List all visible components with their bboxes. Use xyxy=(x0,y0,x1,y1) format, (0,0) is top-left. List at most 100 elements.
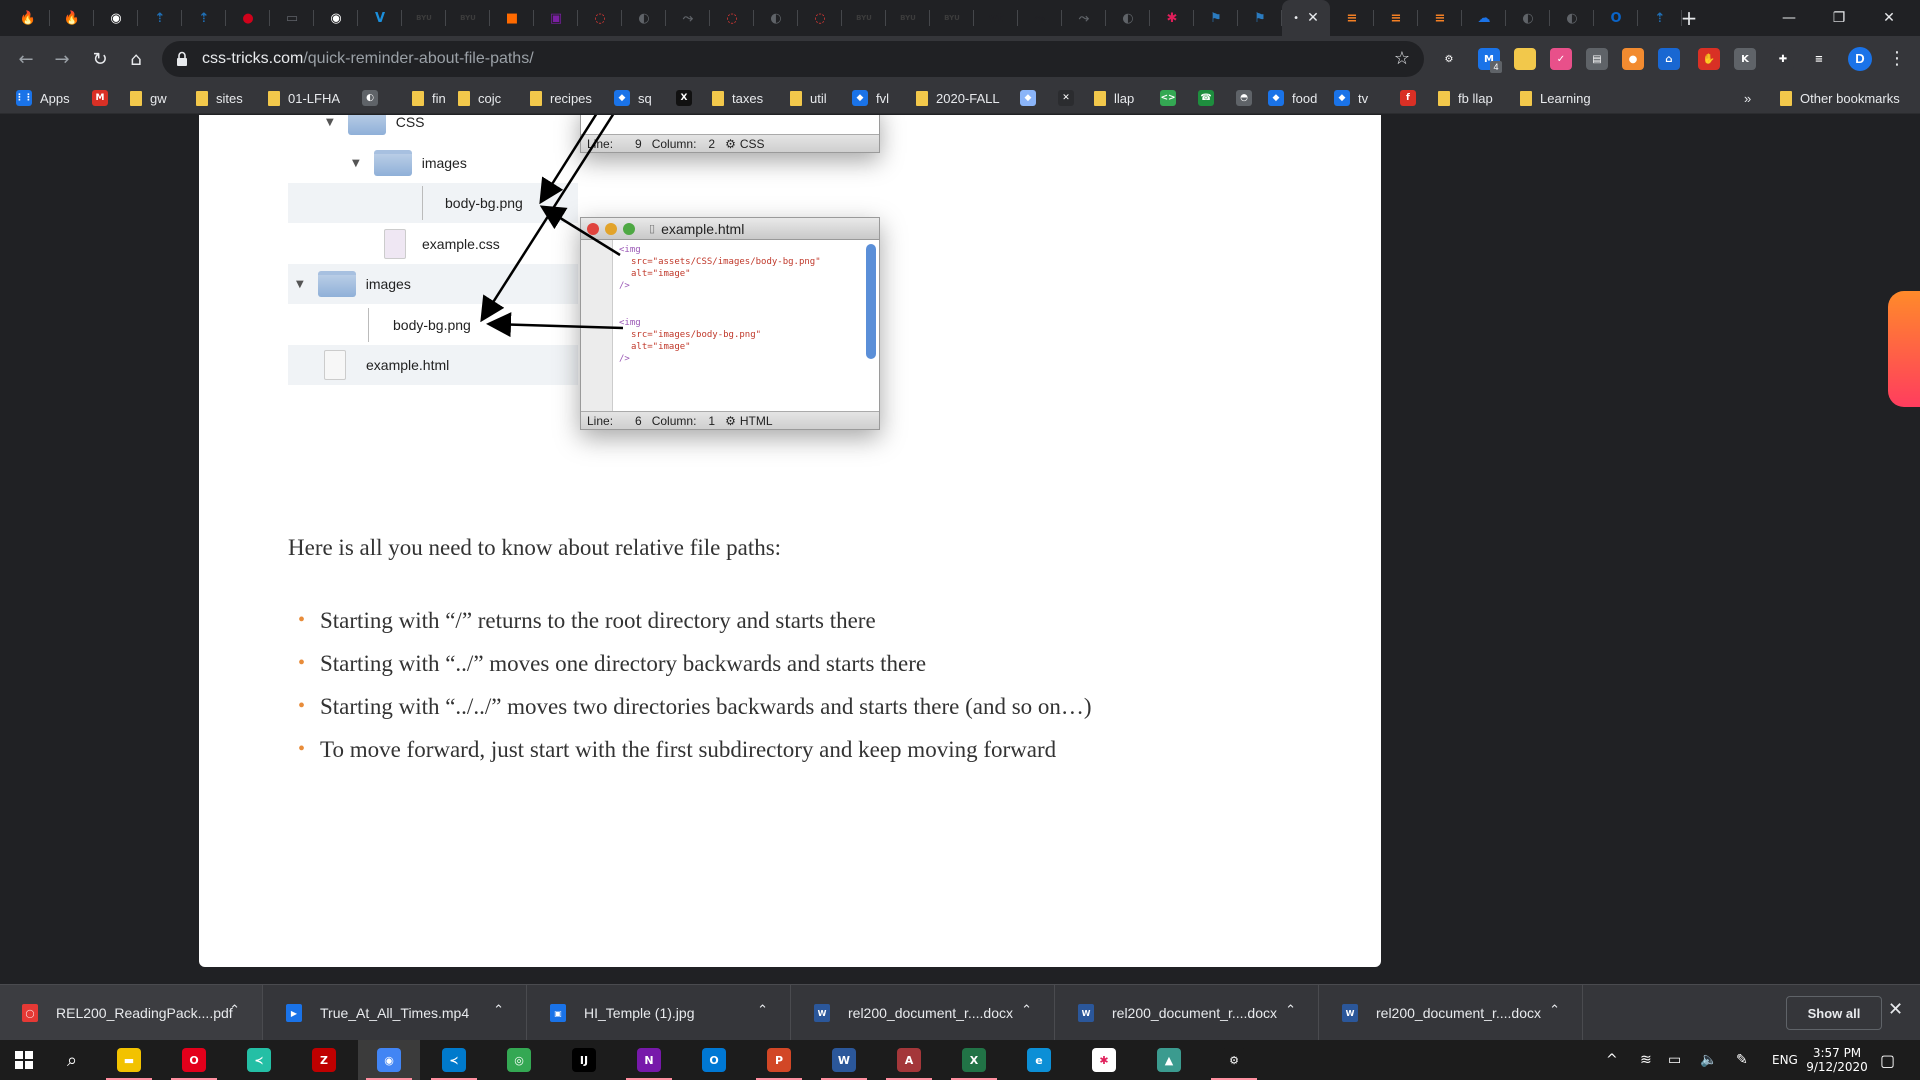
download-item[interactable]: Wrel200_document_r....docx ⌃ xyxy=(792,985,1055,1041)
browser-tab[interactable]: ⤳ xyxy=(666,0,710,36)
taskbar-app[interactable]: A xyxy=(878,1040,940,1080)
reload-button[interactable]: ↻ xyxy=(84,43,116,75)
taskbar-app[interactable]: ▲ xyxy=(1138,1040,1200,1080)
taskbar-app[interactable]: Z xyxy=(293,1040,355,1080)
download-item[interactable]: ◯ REL200_ReadingPack....pdf ⌃ xyxy=(0,985,263,1041)
browser-tab[interactable]: ⤳ xyxy=(1018,0,1062,36)
bookmark-llap[interactable]: llap xyxy=(1094,88,1134,108)
gear-icon[interactable]: ⚙ xyxy=(1438,48,1460,70)
close-window-button[interactable]: ✕ xyxy=(1866,0,1912,36)
browser-tab[interactable]: ◌ xyxy=(710,0,754,36)
bookmark-gmail-icon[interactable]: M xyxy=(92,88,108,108)
browser-tab[interactable]: ⚑ xyxy=(1238,0,1282,36)
taskbar-app[interactable]: ⚙ xyxy=(1203,1040,1265,1080)
bookmark-code-icon[interactable]: <> xyxy=(1160,88,1176,108)
bookmark-fin[interactable]: fin xyxy=(412,88,446,108)
puzzle-icon[interactable]: ✚ xyxy=(1772,48,1794,70)
browser-tab[interactable]: ⚑ xyxy=(1194,0,1238,36)
clock[interactable]: 3:57 PM 9/12/2020 xyxy=(1806,1040,1868,1080)
bookmark-learning[interactable]: Learning xyxy=(1520,88,1591,108)
browser-tab[interactable]: BYU xyxy=(930,0,974,36)
taskbar-app[interactable]: ≺ xyxy=(423,1040,485,1080)
browser-tab[interactable]: O xyxy=(1594,0,1638,36)
taskbar-app[interactable]: W xyxy=(813,1040,875,1080)
address-bar[interactable]: css-tricks.com/quick-reminder-about-file… xyxy=(162,41,1424,77)
bookmark-2020-fall[interactable]: 2020-FALL xyxy=(916,88,1000,108)
checkbox-icon[interactable]: ✓ xyxy=(1550,48,1572,70)
browser-tab[interactable]: ◉ xyxy=(314,0,358,36)
bookmark-recipes[interactable]: recipes xyxy=(530,88,592,108)
chevron-up-icon[interactable]: ⌃ xyxy=(229,1003,240,1018)
bookmark-fvl[interactable]: ◆ fvl xyxy=(852,88,889,108)
taskbar-app[interactable]: ✱ xyxy=(1073,1040,1135,1080)
browser-tab[interactable]: vt xyxy=(974,0,1018,36)
taskbar-app[interactable]: ▬ xyxy=(98,1040,160,1080)
bookmarks-overflow-button[interactable]: » xyxy=(1744,88,1751,108)
chevron-up-icon[interactable]: ⌃ xyxy=(1021,1003,1032,1018)
minimize-button[interactable]: — xyxy=(1766,0,1812,36)
taskbar-app[interactable]: ◉ xyxy=(358,1040,420,1080)
bookmark-phone-icon[interactable]: ☎ xyxy=(1198,88,1214,108)
browser-tab[interactable]: ✱ xyxy=(1150,0,1194,36)
pen-icon[interactable]: ✎ xyxy=(1736,1040,1748,1080)
bookmark-helmet-icon[interactable]: ◓ xyxy=(1236,88,1252,108)
browser-tab[interactable]: ▭ xyxy=(270,0,314,36)
taskbar-app[interactable]: O xyxy=(163,1040,225,1080)
taskbar-app[interactable]: N xyxy=(618,1040,680,1080)
bookmark-sites[interactable]: sites xyxy=(196,88,243,108)
new-tab-button[interactable]: + xyxy=(1666,0,1712,36)
bookmark-f-icon-icon[interactable]: f xyxy=(1400,88,1416,108)
volume-icon[interactable]: 🔈 xyxy=(1700,1040,1717,1080)
bookmark-apps[interactable]: ⋮⋮ Apps xyxy=(15,88,70,108)
download-item[interactable]: ▶ True_At_All_Times.mp4 ⌃ xyxy=(264,985,527,1041)
browser-tab[interactable]: ◐ xyxy=(1550,0,1594,36)
browser-tab[interactable]: BYU xyxy=(886,0,930,36)
taskbar-app[interactable]: O xyxy=(683,1040,745,1080)
notifications-icon[interactable]: ▢ xyxy=(1880,1040,1895,1080)
browser-tab[interactable]: 🔥 xyxy=(50,0,94,36)
chevron-up-icon[interactable]: ⌃ xyxy=(493,1003,504,1018)
bookmark-sq[interactable]: ◆ sq xyxy=(614,88,652,108)
wifi-icon[interactable]: ≋ xyxy=(1640,1040,1652,1080)
bookmark-gw[interactable]: gw xyxy=(130,88,167,108)
browser-tab[interactable]: ▣ xyxy=(534,0,578,36)
forward-button[interactable]: → xyxy=(46,43,78,75)
taskbar-app[interactable]: ◎ xyxy=(488,1040,550,1080)
chevron-up-icon[interactable]: ⌃ xyxy=(1285,1003,1296,1018)
active-tab[interactable]: • ✕ xyxy=(1282,0,1330,36)
bookmark-fb-llap[interactable]: fb llap xyxy=(1438,88,1493,108)
browser-tab[interactable]: ☁ xyxy=(1462,0,1506,36)
browser-tab[interactable]: ◐ xyxy=(1106,0,1150,36)
other-bookmarks[interactable]: Other bookmarks xyxy=(1780,88,1900,108)
download-item[interactable]: ▣ HI_Temple (1).jpg ⌃ xyxy=(528,985,791,1041)
drop-icon[interactable]: ● xyxy=(1622,48,1644,70)
bank-icon[interactable]: ⌂ xyxy=(1658,48,1680,70)
browser-tab[interactable]: ◉ xyxy=(94,0,138,36)
folder-icon[interactable] xyxy=(1514,48,1536,70)
bookmark-x-icon[interactable]: X xyxy=(676,88,692,108)
browser-tab[interactable]: BYU xyxy=(446,0,490,36)
bookmark-tv[interactable]: ◆ tv xyxy=(1334,88,1368,108)
browser-tab[interactable]: ≡ xyxy=(1330,0,1374,36)
search-icon[interactable]: ⌕ xyxy=(48,1040,96,1080)
bookmark-diamond-icon[interactable]: ◆ xyxy=(1020,88,1036,108)
browser-tab[interactable]: ≡ xyxy=(1374,0,1418,36)
language-indicator[interactable]: ENG xyxy=(1772,1040,1798,1080)
show-all-button[interactable]: Show all xyxy=(1786,996,1882,1030)
reading-list-icon[interactable]: ≡ xyxy=(1808,48,1830,70)
bookmark-x-dark-icon[interactable]: ✕ xyxy=(1058,88,1074,108)
browser-tab[interactable]: ◐ xyxy=(754,0,798,36)
taskbar-app[interactable]: X xyxy=(943,1040,1005,1080)
taskbar-app[interactable]: ≺ xyxy=(228,1040,290,1080)
taskbar-app[interactable]: e xyxy=(1008,1040,1070,1080)
browser-tab[interactable]: ◌ xyxy=(578,0,622,36)
more-menu-icon[interactable]: ⋮ xyxy=(1888,48,1906,69)
restore-button[interactable]: ❐ xyxy=(1816,0,1862,36)
browser-tab[interactable]: ⇡ xyxy=(138,0,182,36)
taskbar-app[interactable]: P xyxy=(748,1040,810,1080)
download-item[interactable]: Wrel200_document_r....docx ⌃ xyxy=(1320,985,1583,1041)
home-button[interactable]: ⌂ xyxy=(120,43,152,75)
browser-tab[interactable]: ⇡ xyxy=(182,0,226,36)
battery-icon[interactable]: ▭ xyxy=(1668,1040,1681,1080)
browser-tab[interactable]: ● xyxy=(226,0,270,36)
